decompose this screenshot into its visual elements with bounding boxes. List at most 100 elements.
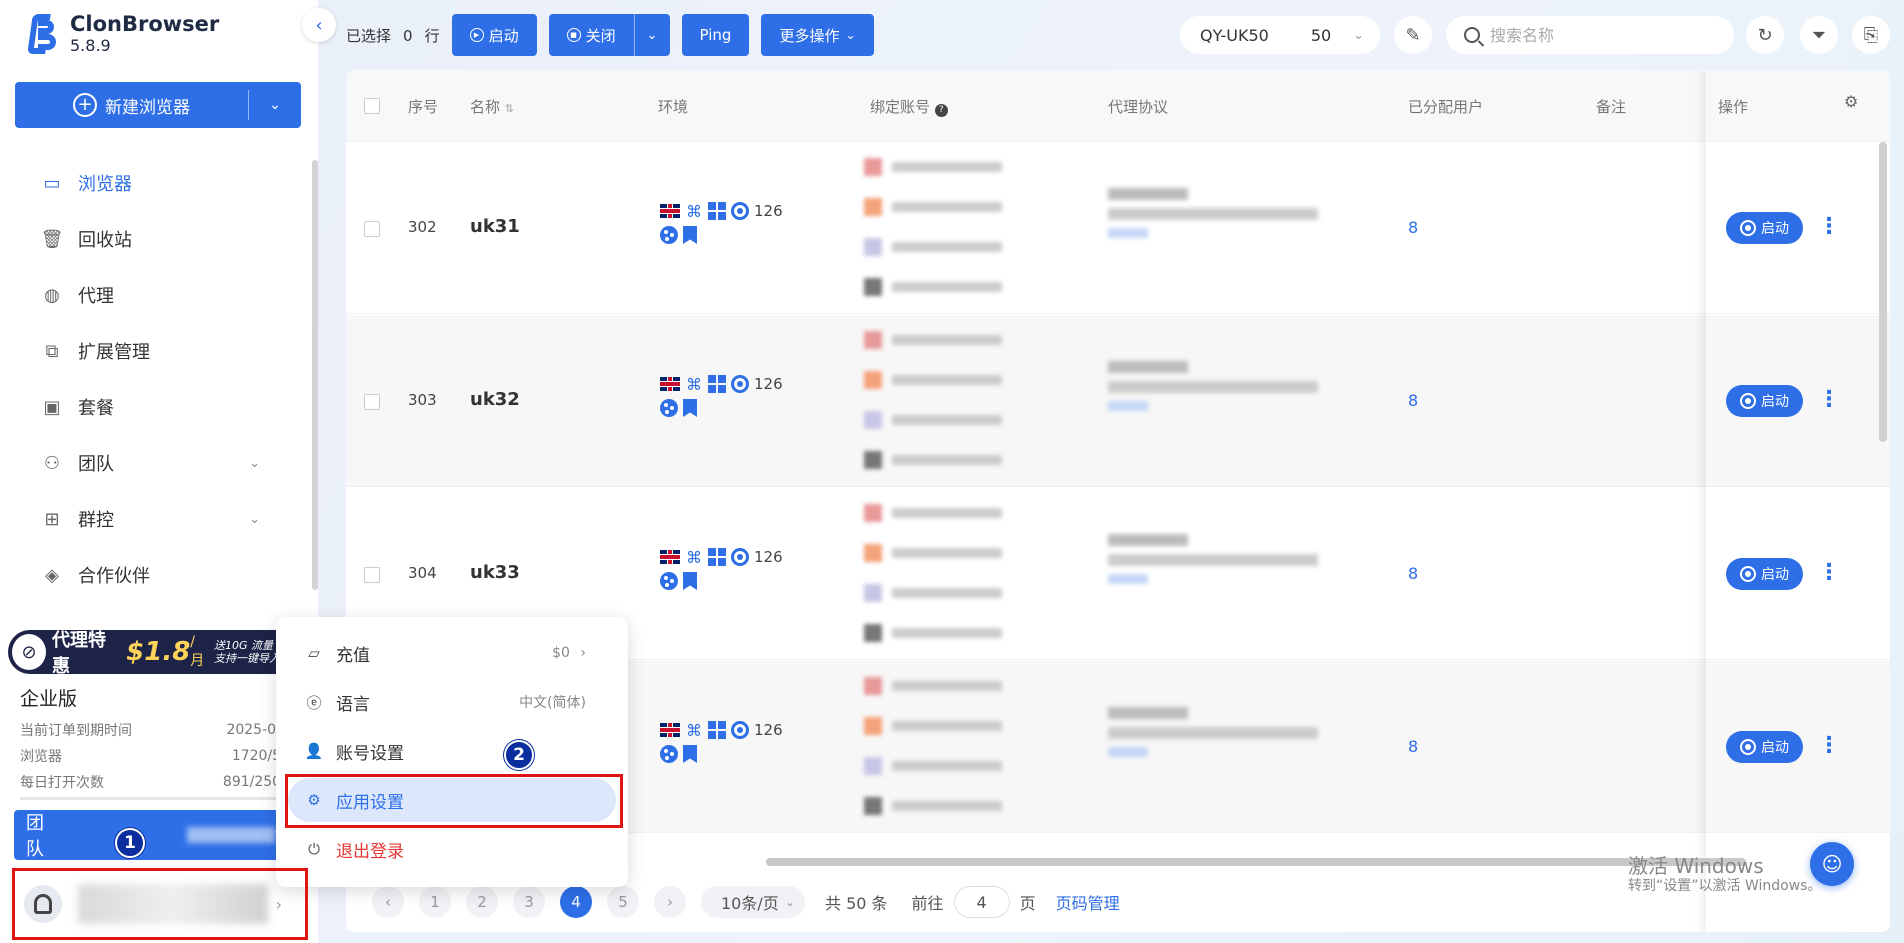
sidebar-item-browser[interactable]: ▭ 浏览器 (0, 155, 318, 211)
table-header: 序号 名称 ⇅ 环境 绑定账号 ? 代理协议 已分配用户 备注 操作 ⚙ (346, 70, 1890, 142)
sidebar-item-label: 扩展管理 (78, 342, 150, 363)
sort-icon[interactable]: ⇅ (505, 102, 514, 115)
header-name[interactable]: 名称 ⇅ (470, 96, 514, 117)
bookmark-icon (683, 399, 697, 417)
table-horizontal-scrollbar[interactable] (766, 858, 1746, 866)
plan-row-label: 浏览器 (20, 749, 62, 765)
row-more-icon[interactable]: ⋮ (1818, 562, 1840, 584)
next-page-button[interactable]: › (654, 886, 686, 918)
header-account: 绑定账号 ? (870, 96, 948, 117)
collapse-sidebar-button[interactable]: ‹ (302, 8, 336, 42)
start-button[interactable]: ▶ 启动 (451, 14, 537, 56)
env-icons: ⌘ 126 (660, 547, 783, 567)
sidebar-scrollbar[interactable] (312, 160, 318, 590)
new-browser-dropdown[interactable]: ⌄ (249, 97, 301, 113)
filter-button[interactable]: ⏷ (1800, 16, 1838, 54)
row-more-icon[interactable]: ⋮ (1818, 735, 1840, 757)
more-actions-button[interactable]: 更多操作 ⌄ (761, 14, 874, 56)
globe-icon: ◍ (44, 284, 60, 306)
app-name: ClonBrowser (70, 12, 220, 36)
close-button[interactable]: ■ 关闭 (548, 14, 634, 56)
bookmark-button[interactable]: ⎘ (1852, 16, 1890, 54)
row-name[interactable]: uk33 (470, 562, 520, 583)
browser-version: 126 (754, 202, 783, 220)
row-start-label: 启动 (1761, 567, 1789, 583)
windows-icon (708, 721, 726, 739)
assigned-users[interactable]: 8 (1408, 218, 1418, 237)
team-switch[interactable]: 团队 t (14, 810, 282, 860)
table-vertical-scrollbar[interactable] (1879, 142, 1887, 442)
sidebar-item-recycle[interactable]: 🗑 回收站 (0, 211, 318, 267)
language-icon: ⓔ (306, 693, 322, 712)
operations-column: 启动 ⋮ 启动 ⋮ 启动 ⋮ 启动 ⋮ (1706, 70, 1890, 932)
sidebar-item-partners[interactable]: ◈ 合作伙伴 (0, 547, 318, 603)
page-management-link[interactable]: 页码管理 (1056, 890, 1120, 914)
row-start-button[interactable]: 启动 (1726, 731, 1803, 763)
support-button[interactable]: ☺ (1810, 842, 1854, 886)
bound-accounts-redacted (864, 156, 1024, 306)
plan-row-label: 当前订单到期时间 (20, 723, 132, 739)
menu-item-logout[interactable]: ⏻ 退出登录 (288, 827, 616, 871)
row-seq: 304 (408, 564, 437, 582)
promo-icon: ⊘ (12, 634, 47, 670)
ping-button[interactable]: Ping (681, 14, 750, 56)
sidebar-item-label: 代理 (78, 286, 114, 307)
row-checkbox[interactable] (364, 221, 380, 237)
chevron-left-icon: ‹ (385, 893, 391, 911)
assigned-users[interactable]: 8 (1408, 564, 1418, 583)
help-icon[interactable]: ? (934, 103, 948, 117)
row-checkbox[interactable] (364, 567, 380, 583)
chrome-icon (731, 721, 749, 739)
close-button-group: ■ 关闭 ⌄ (548, 14, 670, 56)
prev-page-button[interactable]: ‹ (372, 886, 404, 918)
sidebar-item-label: 团队 (78, 454, 114, 475)
page-button[interactable]: 3 (513, 886, 545, 918)
handshake-icon: ◈ (45, 564, 59, 586)
row-more-icon[interactable]: ⋮ (1818, 216, 1840, 238)
row-more-icon[interactable]: ⋮ (1818, 389, 1840, 411)
browser-version: 126 (754, 721, 783, 739)
header-name-label: 名称 (470, 98, 501, 116)
sidebar-item-extensions[interactable]: ⧉ 扩展管理 (0, 323, 318, 379)
proxy-promo-banner[interactable]: ⊘ 代理特惠 $1.8 /月 送10G 流量 支持一键导入 (8, 630, 280, 674)
chrome-icon (1740, 739, 1756, 755)
search-box[interactable] (1446, 16, 1734, 54)
assigned-users[interactable]: 8 (1408, 737, 1418, 756)
row-name[interactable]: uk32 (470, 389, 520, 410)
search-input[interactable] (1490, 25, 1710, 45)
page-size-select[interactable]: 10条/页 ⌄ (701, 886, 805, 918)
group-select[interactable]: QY-UK50 50 ⌄ (1180, 16, 1380, 54)
table-row[interactable]: 303 uk32 ⌘ 126 8 (346, 315, 1890, 487)
page-button-current[interactable]: 4 (560, 886, 592, 918)
new-browser-button[interactable]: + 新建浏览器 ⌄ (15, 82, 301, 128)
table-row[interactable]: 302 uk31 ⌘ 126 8 (346, 142, 1890, 314)
chrome-icon (731, 202, 749, 220)
fingerprint-icon: ⌘ (686, 547, 702, 567)
sidebar-item-group-control[interactable]: ⊞ 群控 ⌄ (0, 491, 318, 547)
env-icons-2 (660, 226, 697, 244)
assigned-users[interactable]: 8 (1408, 391, 1418, 410)
browser-version: 126 (754, 375, 783, 393)
row-name[interactable]: uk31 (470, 216, 520, 237)
chrome-icon (1740, 566, 1756, 582)
row-checkbox[interactable] (364, 394, 380, 410)
sidebar-item-plan[interactable]: ▣ 套餐 (0, 379, 318, 435)
refresh-button[interactable]: ↻ (1746, 16, 1784, 54)
goto-page-input[interactable]: 4 (953, 886, 1010, 918)
page-button[interactable]: 2 (466, 886, 498, 918)
row-start-button[interactable]: 启动 (1726, 212, 1803, 244)
row-start-button[interactable]: 启动 (1726, 558, 1803, 590)
menu-item-language[interactable]: ⓔ 语言 中文(简体) (288, 680, 616, 724)
page-button[interactable]: 5 (607, 886, 639, 918)
edit-button[interactable]: ✎ (1394, 16, 1432, 54)
select-all-checkbox[interactable] (364, 98, 380, 114)
new-browser-main[interactable]: + 新建浏览器 (15, 82, 248, 128)
close-dropdown[interactable]: ⌄ (633, 14, 670, 56)
page-button[interactable]: 1 (419, 886, 451, 918)
menu-item-recharge[interactable]: ▱ 充值 $0 › (288, 631, 616, 675)
chevron-down-icon: ⌄ (845, 28, 856, 42)
sidebar-item-proxy[interactable]: ◍ 代理 (0, 267, 318, 323)
menu-item-account-settings[interactable]: 👤 账号设置 (288, 729, 616, 773)
row-start-button[interactable]: 启动 (1726, 385, 1803, 417)
sidebar-item-team[interactable]: ⚇ 团队 ⌄ (0, 435, 318, 491)
